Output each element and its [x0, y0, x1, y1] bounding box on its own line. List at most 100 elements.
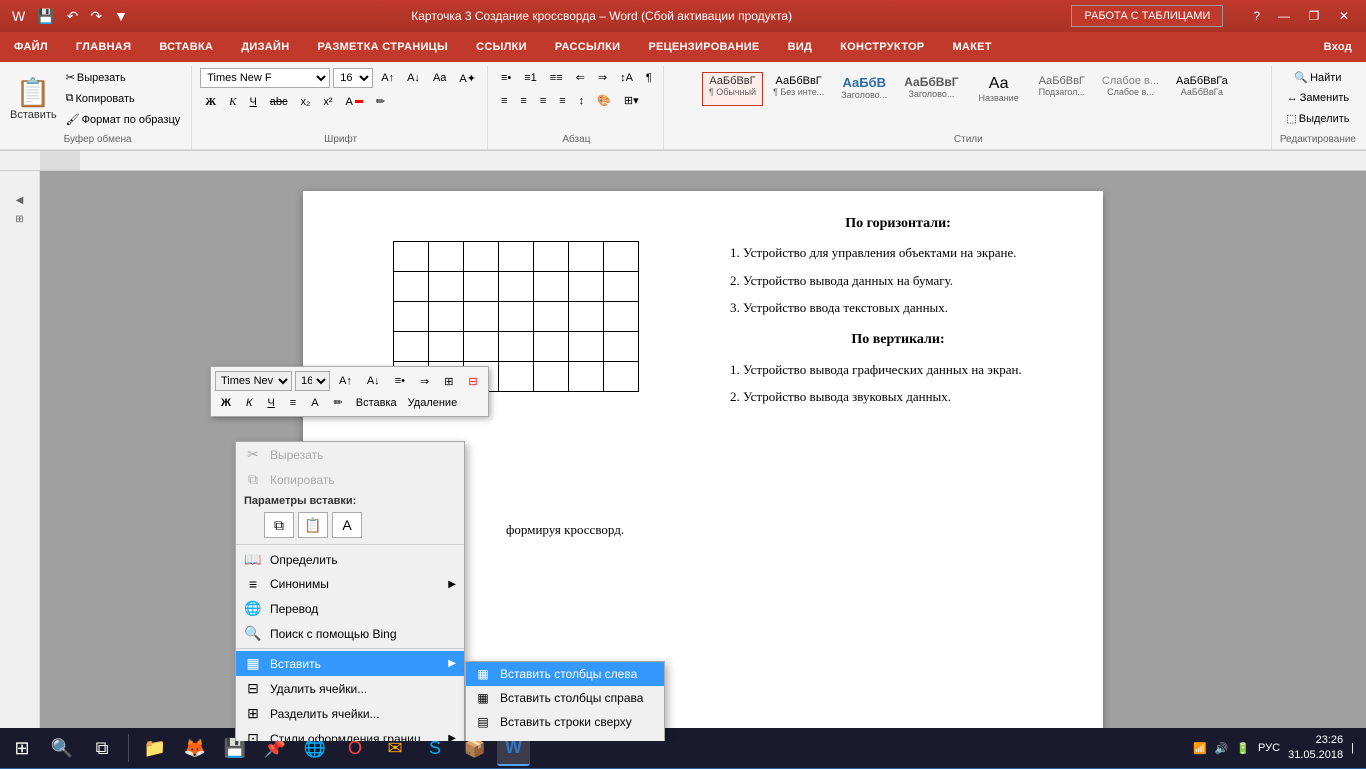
shading-button[interactable]: 🎨 [592, 91, 616, 110]
float-size-select[interactable]: 16 [295, 371, 330, 391]
restore-button[interactable]: ❐ [1300, 6, 1328, 26]
volume-icon[interactable]: 🔊 [1215, 742, 1229, 755]
sub-insert-cols-right[interactable]: ▦ Вставить столбцы справа [466, 686, 664, 710]
replace-button[interactable]: ↔ Заменить [1282, 89, 1354, 107]
float-size-down-button[interactable]: A↓ [361, 372, 386, 390]
language-indicator[interactable]: РУС [1258, 742, 1280, 754]
sub-insert-rows-above[interactable]: ▤ Вставить строки сверху [466, 710, 664, 734]
increase-indent-button[interactable]: ⇒ [593, 68, 612, 87]
minimize-button[interactable]: — [1270, 6, 1298, 26]
tab-design[interactable]: ДИЗАЙН [227, 32, 303, 62]
highlight-button[interactable]: ✏ [371, 92, 390, 111]
battery-icon[interactable]: 🔋 [1236, 742, 1250, 755]
float-color-button[interactable]: A [305, 394, 324, 412]
ctx-translate[interactable]: 🌐 Перевод [236, 596, 464, 621]
redo-icon[interactable]: ↷ [86, 6, 106, 27]
tab-constructor[interactable]: КОНСТРУКТОР [826, 32, 938, 62]
paste-icon-1[interactable]: ⧉ [264, 512, 294, 538]
paste-icon-2[interactable]: 📋 [298, 512, 328, 538]
show-marks-button[interactable]: ¶ [641, 69, 657, 87]
select-button[interactable]: ⬚ Выделить [1281, 109, 1354, 128]
decrease-indent-button[interactable]: ⇐ [571, 68, 590, 87]
paste-icon-3[interactable]: A [332, 512, 362, 538]
network-icon[interactable]: 📶 [1193, 742, 1207, 755]
close-button[interactable]: ✕ [1330, 6, 1358, 26]
tab-view[interactable]: ВИД [774, 32, 827, 62]
sub-insert-rows-below[interactable]: ▤ Вставить строки снизу [466, 734, 664, 741]
float-list-button[interactable]: ≡• [389, 372, 411, 390]
sub-insert-cols-left[interactable]: ▦ Вставить столбцы слева [466, 662, 664, 686]
taskbar-firefox[interactable]: 🦊 [177, 730, 213, 766]
document-area[interactable]: 8. формируя кроссворд. В дан столбо По г… [40, 171, 1366, 741]
style-subtitle[interactable]: АаБбВвГ Подзагол... [1032, 72, 1092, 106]
taskview-button[interactable]: ⧉ [84, 730, 120, 766]
increase-font-button[interactable]: A↑ [376, 69, 399, 87]
bullets-button[interactable]: ≡• [496, 69, 516, 87]
tab-mail[interactable]: РАССЫЛКИ [541, 32, 634, 62]
line-spacing-button[interactable]: ↕ [574, 92, 590, 110]
copy-button[interactable]: ⧉ Копировать [61, 89, 186, 108]
numbering-button[interactable]: ≡1 [519, 69, 542, 87]
float-table-delete-button[interactable]: ⊟ [462, 372, 483, 391]
ctx-define[interactable]: 📖 Определить [236, 547, 464, 572]
justify-button[interactable]: ≡ [554, 92, 570, 110]
style-subtle-emphasis[interactable]: Слабое в... Слабое в... [1095, 72, 1166, 106]
align-left-button[interactable]: ≡ [496, 92, 512, 110]
ctx-copy[interactable]: ⧉ Копировать [236, 467, 464, 492]
paste-button[interactable]: 📋 Вставить [10, 76, 57, 121]
customize-icon[interactable]: ▼ [110, 6, 132, 26]
decrease-font-button[interactable]: A↓ [402, 69, 425, 87]
tab-home[interactable]: ГЛАВНАЯ [62, 32, 145, 62]
multilevel-button[interactable]: ≡≡ [545, 69, 568, 87]
tab-insert[interactable]: ВСТАВКА [145, 32, 227, 62]
ctx-cut[interactable]: ✂ Вырезать [236, 442, 464, 467]
ctx-synonyms[interactable]: ≡ Синонимы ▶ [236, 572, 464, 596]
search-taskbar-button[interactable]: 🔍 [44, 730, 80, 766]
superscript-button[interactable]: x² [318, 93, 337, 111]
ctx-split-cells[interactable]: ⊞ Разделить ячейки... [236, 701, 464, 726]
ctx-border-styles[interactable]: ⊡ Стили оформления границ ▶ [236, 726, 464, 741]
tab-login[interactable]: Вход [1310, 32, 1366, 62]
taskbar-explorer[interactable]: 📁 [137, 730, 173, 766]
style-title[interactable]: Аа Название [969, 72, 1029, 106]
style-extra[interactable]: АаБбВвГа АаБбВвГа [1169, 72, 1235, 106]
help-icon[interactable]: ? [1253, 9, 1260, 23]
ctx-insert[interactable]: ▦ Вставить ▶ [236, 651, 464, 676]
clock[interactable]: 23:26 31.05.2018 [1288, 733, 1343, 764]
align-center-button[interactable]: ≡ [515, 92, 531, 110]
style-normal[interactable]: АаБбВвГ ¶ Обычный [702, 72, 763, 106]
underline-button[interactable]: Ч [244, 93, 261, 111]
clear-format-button[interactable]: Aa [428, 69, 451, 87]
float-italic-button[interactable]: К [240, 394, 258, 412]
text-effects-button[interactable]: A✦ [454, 69, 481, 88]
font-color-button[interactable]: A [341, 93, 368, 111]
sort-button[interactable]: ↕A [615, 69, 638, 87]
tab-file[interactable]: ФАЙЛ [0, 32, 62, 62]
italic-button[interactable]: К [224, 93, 241, 111]
bold-button[interactable]: Ж [200, 93, 221, 111]
strikethrough-button[interactable]: abc [265, 93, 293, 111]
float-table-insert-button[interactable]: ⊞ [438, 372, 459, 391]
float-indent-button[interactable]: ⇒ [414, 372, 435, 391]
tab-review[interactable]: РЕЦЕНЗИРОВАНИЕ [634, 32, 773, 62]
tab-maket[interactable]: МАКЕТ [938, 32, 1005, 62]
font-size-select[interactable]: 16 [333, 68, 373, 88]
subscript-button[interactable]: x₂ [296, 93, 316, 111]
find-button[interactable]: 🔍 Найти [1289, 68, 1346, 87]
style-no-spacing[interactable]: АаБбВвГ ¶ Без инте... [766, 72, 831, 106]
undo-icon[interactable]: ↶ [63, 6, 83, 27]
float-highlight-button[interactable]: ✏ [328, 393, 349, 412]
ctx-delete-cells[interactable]: ⊟ Удалить ячейки... [236, 676, 464, 701]
format-painter-button[interactable]: 🖌 Формат по образцу [61, 110, 186, 129]
show-desktop-button[interactable]: | [1351, 742, 1354, 754]
cut-button[interactable]: ✂ Вырезать [61, 68, 186, 87]
ctx-bing[interactable]: 🔍 Поиск с помощью Bing [236, 621, 464, 646]
float-bold-button[interactable]: Ж [215, 394, 237, 412]
align-right-button[interactable]: ≡ [535, 92, 551, 110]
float-underline-button[interactable]: Ч [261, 394, 280, 412]
borders-button[interactable]: ⊞▾ [619, 91, 644, 110]
style-heading2[interactable]: АаБбВвГ Заголово... [897, 72, 965, 106]
float-font-select[interactable]: Times Nev [215, 371, 292, 391]
tab-layout[interactable]: РАЗМЕТКА СТРАНИЦЫ [303, 32, 462, 62]
float-align-button[interactable]: ≡ [284, 394, 302, 412]
